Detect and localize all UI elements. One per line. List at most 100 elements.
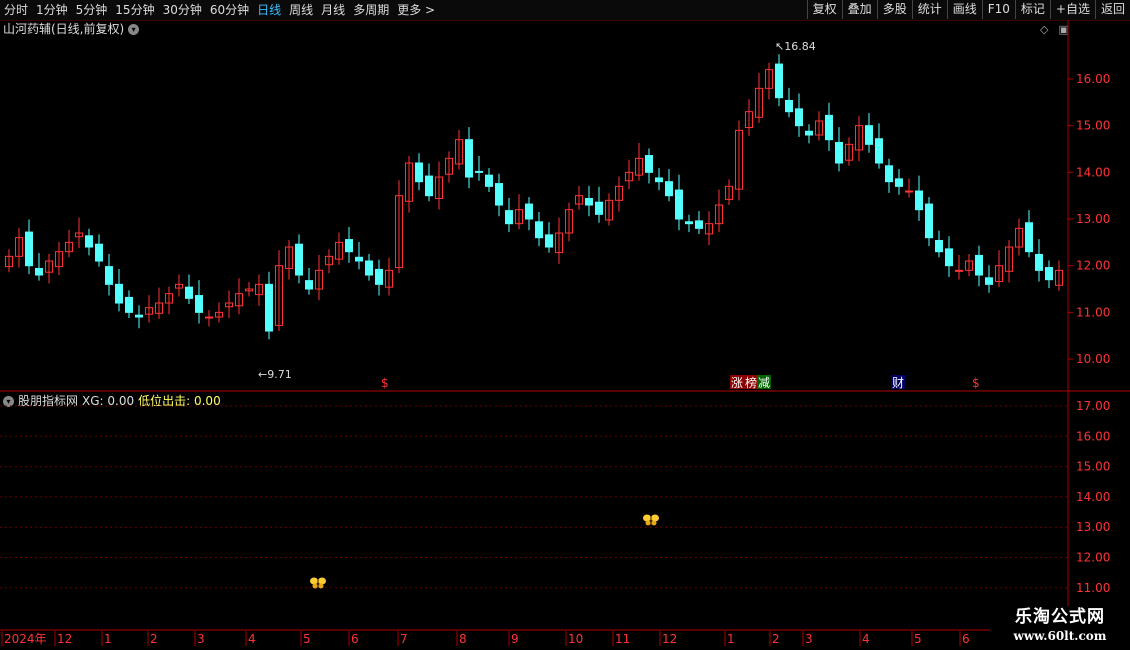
candle-body bbox=[975, 254, 983, 276]
candle-body bbox=[85, 235, 93, 248]
candle-body bbox=[645, 155, 653, 173]
candle-body bbox=[305, 280, 313, 290]
event-marker: $ bbox=[972, 376, 980, 390]
candle-body bbox=[955, 269, 963, 272]
event-marker: 涨 bbox=[731, 375, 743, 390]
time-tick-label: 1 bbox=[104, 632, 112, 646]
high-price-label: ↖16.84 bbox=[775, 40, 816, 53]
butterfly-signal-icon bbox=[643, 514, 659, 526]
candle-body bbox=[785, 99, 793, 113]
candle-body bbox=[945, 248, 953, 267]
candle-body bbox=[875, 138, 883, 164]
candle-body bbox=[1025, 222, 1033, 253]
time-tick-label: 4 bbox=[248, 632, 256, 646]
candle-body bbox=[505, 210, 513, 225]
candle-body bbox=[1045, 267, 1053, 281]
price-tick-label: 15.00 bbox=[1076, 119, 1110, 133]
watermark-url: www.60lt.com bbox=[1013, 629, 1107, 643]
price-tick-label: 12.00 bbox=[1076, 259, 1110, 273]
candle-body bbox=[265, 283, 273, 332]
time-tick-label: 9 bbox=[511, 632, 519, 646]
candle-body bbox=[775, 63, 783, 99]
candle-body bbox=[25, 231, 33, 267]
candle-body bbox=[475, 170, 483, 173]
candle-body bbox=[345, 239, 353, 253]
candle-body bbox=[205, 316, 213, 319]
candle-body bbox=[545, 234, 553, 248]
event-marker: 财 bbox=[892, 376, 904, 390]
time-tick-label: 3 bbox=[805, 632, 813, 646]
candle-body bbox=[885, 165, 893, 183]
candle-body bbox=[805, 130, 813, 136]
time-tick-label: 8 bbox=[459, 632, 467, 646]
candle-body bbox=[935, 239, 943, 253]
chart-canvas[interactable]: 16.00 15.00 14.00 13.00 12.00 11.00 10.00 17.00… bbox=[0, 0, 1130, 650]
time-tick-label: 6 bbox=[962, 632, 970, 646]
candle-body bbox=[295, 243, 303, 276]
candle-body bbox=[1035, 253, 1043, 271]
indicator-tick-label: 17.00 bbox=[1076, 399, 1110, 413]
candle-body bbox=[135, 314, 143, 318]
indicator-tick-label: 12.00 bbox=[1076, 551, 1110, 565]
time-tick-label: 2 bbox=[772, 632, 780, 646]
candle-body bbox=[665, 181, 673, 197]
candle-body bbox=[655, 177, 663, 183]
candle-body bbox=[485, 174, 493, 187]
candle-body bbox=[415, 162, 423, 183]
candle-body bbox=[535, 221, 543, 239]
price-tick-label: 13.00 bbox=[1076, 212, 1110, 226]
time-tick-label: 11 bbox=[615, 632, 630, 646]
candle-body bbox=[925, 203, 933, 239]
watermark-title: 乐淘公式网 bbox=[1015, 607, 1105, 627]
candle-body bbox=[865, 125, 873, 145]
time-tick-label: 4 bbox=[862, 632, 870, 646]
candle-body bbox=[95, 243, 103, 262]
candle-body bbox=[375, 268, 383, 285]
butterfly-signal-icon bbox=[310, 577, 326, 589]
candle-body bbox=[985, 277, 993, 285]
time-tick-label: 1 bbox=[727, 632, 735, 646]
candle-body bbox=[35, 267, 43, 276]
event-marker: 减 bbox=[758, 376, 770, 390]
candle-body bbox=[675, 189, 683, 220]
price-tick-label: 14.00 bbox=[1076, 165, 1110, 179]
candle-body bbox=[795, 108, 803, 127]
candle-body bbox=[365, 260, 373, 276]
candle-body bbox=[525, 203, 533, 220]
candle-body bbox=[915, 190, 923, 211]
candle-body bbox=[115, 283, 123, 304]
indicator-tick-label: 15.00 bbox=[1076, 460, 1110, 474]
candle-body bbox=[585, 197, 593, 206]
candle-body bbox=[905, 190, 913, 193]
candle-body bbox=[825, 114, 833, 141]
candle-body bbox=[685, 221, 693, 225]
time-tick-label: 7 bbox=[400, 632, 408, 646]
time-tick-label: 5 bbox=[914, 632, 922, 646]
candle-body bbox=[895, 178, 903, 187]
candle-body bbox=[465, 139, 473, 178]
watermark: 乐淘公式网 www.60lt.com bbox=[990, 606, 1130, 650]
price-tick-label: 16.00 bbox=[1076, 72, 1110, 86]
candle-body bbox=[695, 220, 703, 229]
time-tick-label: 10 bbox=[568, 632, 583, 646]
indicator-tick-label: 14.00 bbox=[1076, 490, 1110, 504]
low-price-label: ←9.71 bbox=[258, 368, 292, 381]
indicator-tick-label: 13.00 bbox=[1076, 520, 1110, 534]
candle-body bbox=[105, 266, 113, 285]
candle-body bbox=[835, 141, 843, 164]
candle-body bbox=[355, 256, 363, 262]
candle-body bbox=[595, 201, 603, 215]
time-tick-label: 12 bbox=[662, 632, 677, 646]
time-tick-label: 3 bbox=[197, 632, 205, 646]
time-tick-label: 5 bbox=[303, 632, 311, 646]
candle-body bbox=[495, 183, 503, 206]
time-tick-label: 6 bbox=[351, 632, 359, 646]
price-tick-label: 10.00 bbox=[1076, 352, 1110, 366]
event-marker: $ bbox=[381, 376, 389, 390]
candle-body bbox=[125, 296, 133, 313]
indicator-tick-label: 11.00 bbox=[1076, 581, 1110, 595]
time-tick-label: 2 bbox=[150, 632, 158, 646]
event-marker: 榜 bbox=[745, 375, 757, 390]
candle-body bbox=[185, 286, 193, 299]
price-tick-label: 11.00 bbox=[1076, 305, 1110, 319]
